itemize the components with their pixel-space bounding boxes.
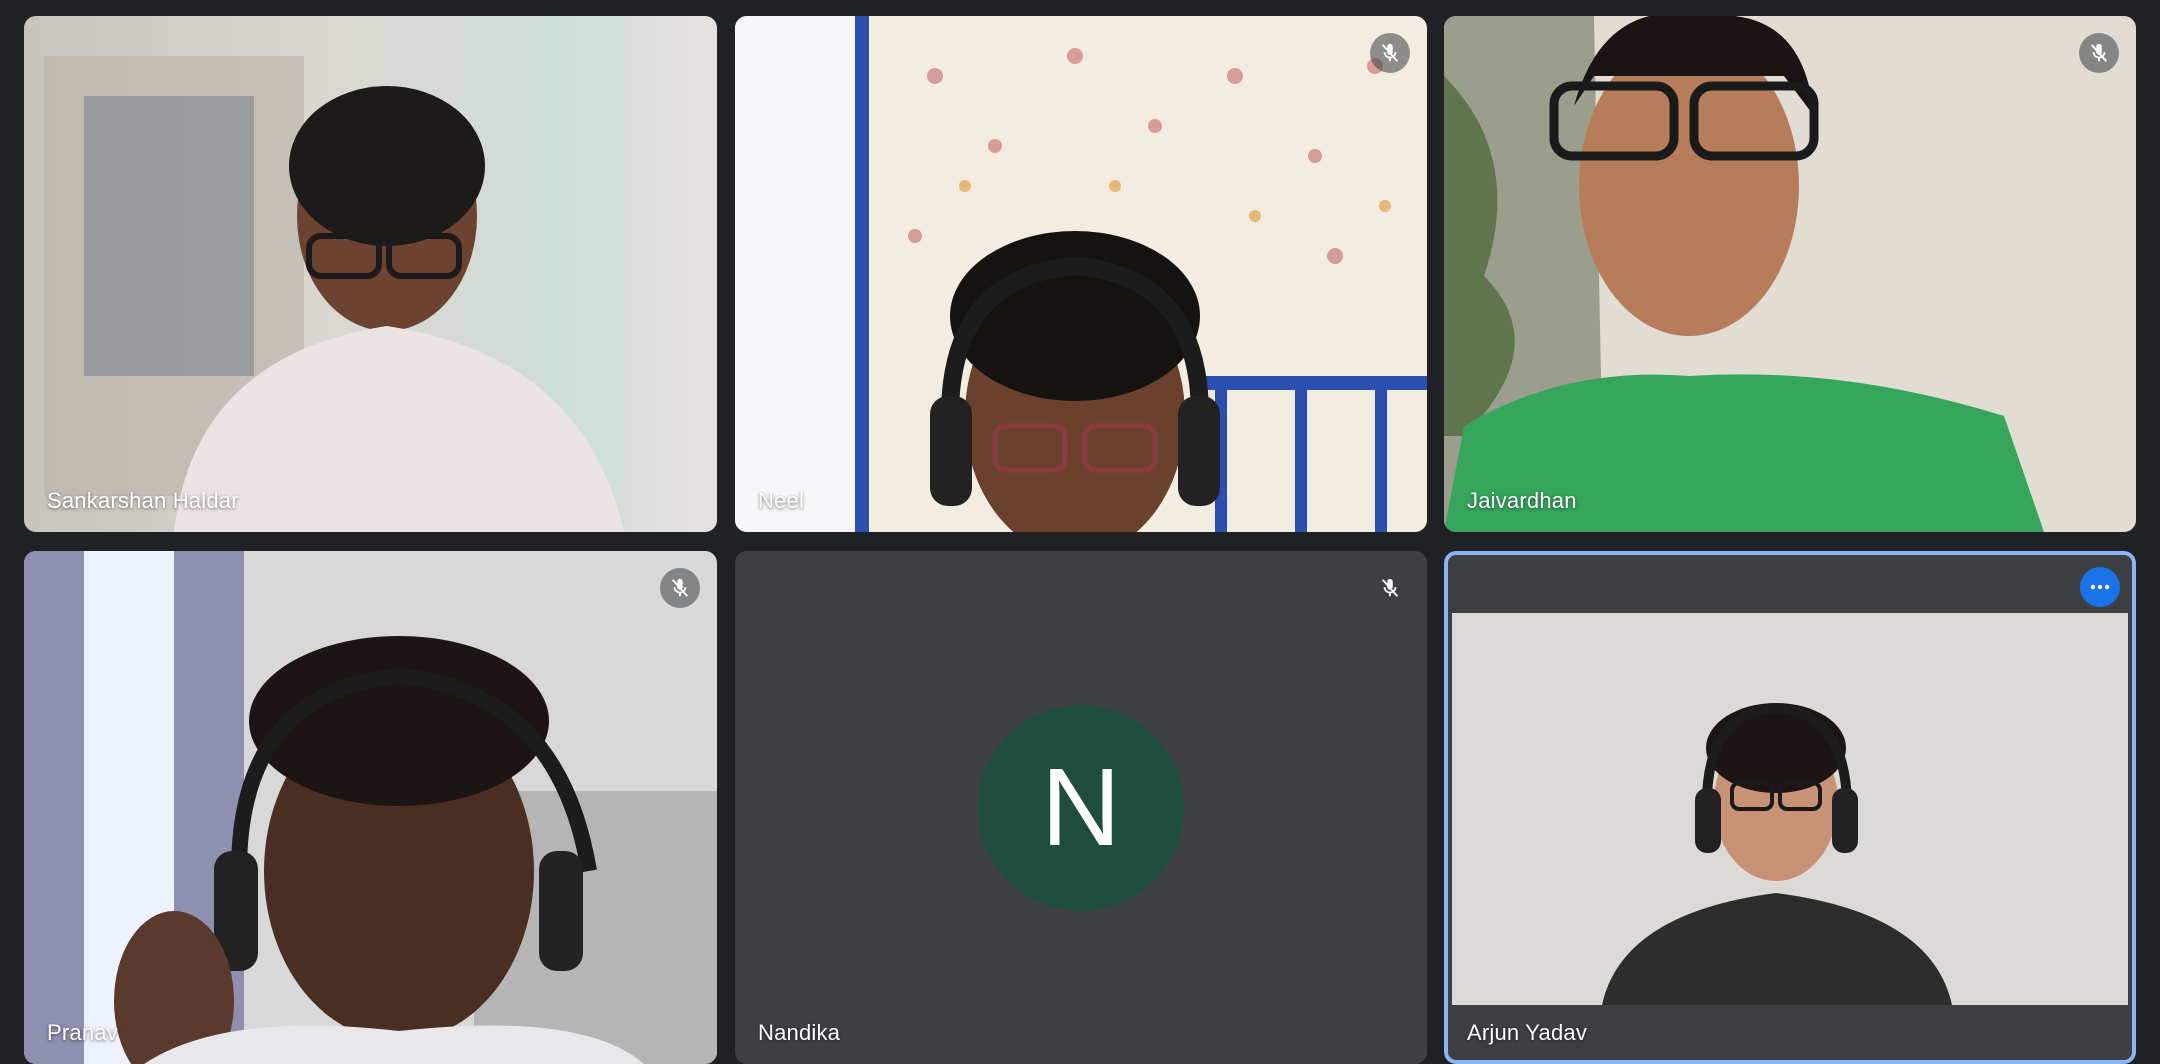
video-feed — [1444, 16, 2136, 532]
participant-tile-nandika[interactable]: N Nandika — [735, 551, 1427, 1064]
video-feed — [735, 16, 1427, 532]
mic-off-icon — [1370, 33, 1410, 73]
participant-name: Arjun Yadav — [1467, 1020, 1588, 1045]
mic-off-icon — [1370, 568, 1410, 608]
mic-off-icon — [660, 568, 700, 608]
mic-off-glyph — [1381, 578, 1399, 597]
participant-name: Jaivardhan — [1467, 488, 1577, 513]
avatar: N — [978, 704, 1184, 911]
mic-off-glyph — [1381, 43, 1399, 62]
video-feed — [1452, 613, 2128, 1005]
more-options-glyph — [2090, 584, 2110, 590]
participant-tile-pranav[interactable]: Pranav — [24, 551, 717, 1064]
mic-off-glyph — [2090, 43, 2108, 62]
video-feed — [24, 16, 717, 532]
mic-off-glyph — [671, 578, 689, 597]
participant-tile-arjun[interactable]: Arjun Yadav — [1444, 551, 2136, 1064]
mic-off-icon — [2079, 33, 2119, 73]
participant-name: Pranav — [47, 1020, 118, 1045]
participant-grid: Sankarshan Haldar Neel Jaivardhan Pranav… — [0, 0, 2160, 1064]
participant-tile-jaivardhan[interactable]: Jaivardhan — [1444, 16, 2136, 532]
participant-name: Nandika — [758, 1020, 841, 1045]
video-feed — [24, 551, 717, 1064]
participant-name: Sankarshan Haldar — [47, 488, 239, 513]
participant-tile-sankarshan[interactable]: Sankarshan Haldar — [24, 16, 717, 532]
more-options-icon[interactable] — [2080, 567, 2120, 607]
participant-name: Neel — [758, 488, 805, 513]
participant-tile-neel[interactable]: Neel — [735, 16, 1427, 532]
